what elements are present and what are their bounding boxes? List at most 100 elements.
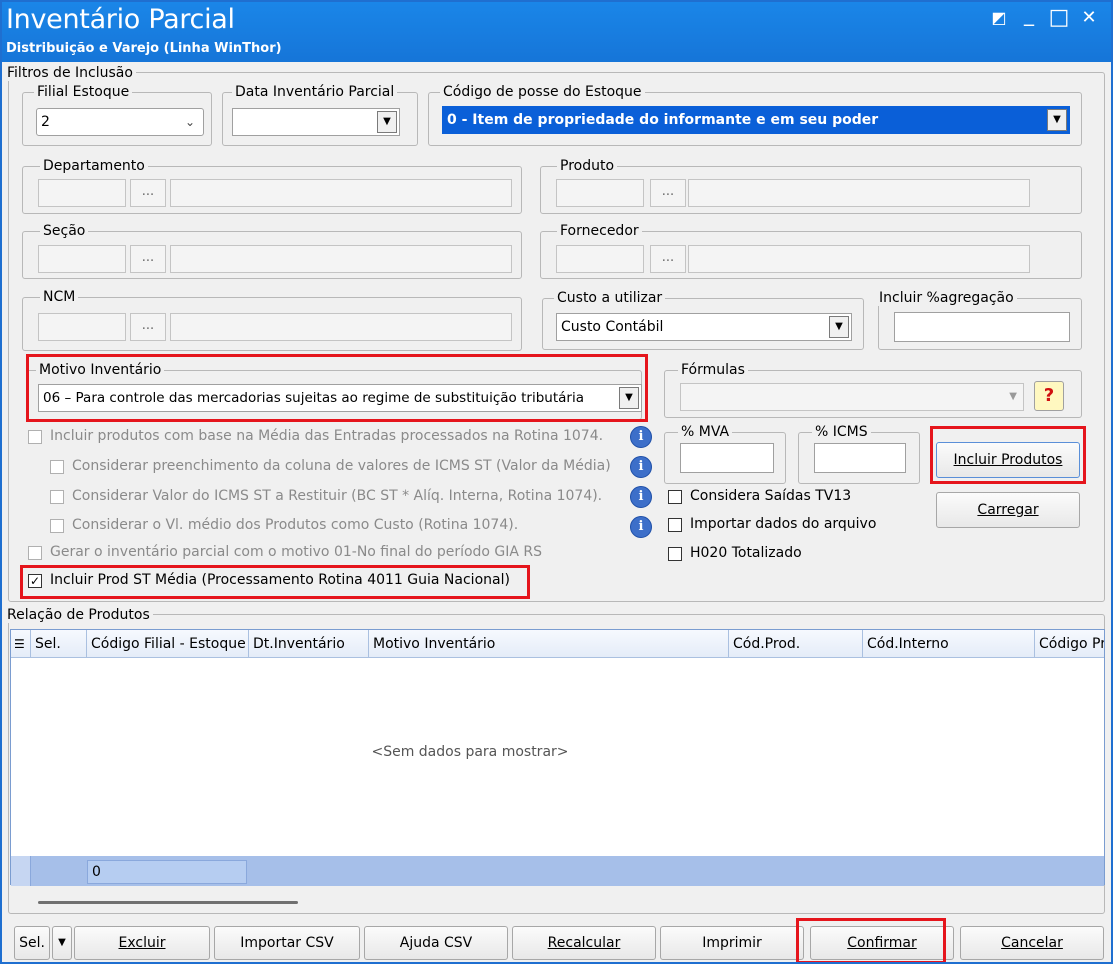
icms-label: % ICMS [812, 424, 871, 440]
mva-label: % MVA [678, 424, 733, 440]
sel-dropdown-icon[interactable]: ▼ [52, 926, 72, 960]
ncm-code-input[interactable] [38, 313, 126, 341]
secao-label: Seção [40, 223, 89, 239]
icms-input[interactable] [814, 443, 906, 473]
recalcular-button[interactable]: Recalcular [512, 926, 656, 960]
horizontal-scrollbar[interactable] [38, 901, 298, 904]
fornecedor-label: Fornecedor [557, 223, 642, 239]
excluir-button[interactable]: Excluir [74, 926, 210, 960]
window-title: Inventário Parcial [6, 4, 235, 35]
produto-desc-input [688, 179, 1030, 207]
mva-input[interactable] [680, 443, 774, 473]
secao-desc-input [170, 245, 512, 273]
considera-saidas-checkbox[interactable] [668, 490, 682, 504]
gerar-motivo-01-checkbox[interactable] [28, 546, 42, 560]
main-window: Inventário Parcial Distribuição e Varejo… [0, 0, 1113, 964]
produto-search-button[interactable]: ... [650, 179, 686, 207]
title-bar: Inventário Parcial Distribuição e Varejo… [2, 2, 1111, 62]
considera-saidas-label: Considera Saídas TV13 [690, 488, 852, 504]
h020-checkbox[interactable] [668, 547, 682, 561]
considerar-icms-st-label: Considerar preenchimento da coluna de va… [72, 458, 611, 474]
produto-label: Produto [557, 158, 618, 174]
info-icon[interactable]: i [630, 426, 652, 448]
chevron-down-icon: ⌄ [184, 115, 195, 129]
filial-label: Filial Estoque [34, 84, 133, 100]
incluir-media-checkbox[interactable] [28, 430, 42, 444]
col-dt-inventario[interactable]: Dt.Inventário [249, 630, 369, 658]
fornecedor-code-input[interactable] [556, 245, 644, 273]
agregacao-input[interactable] [894, 312, 1070, 342]
grid-empty-text: <Sem dados para mostrar> [371, 744, 569, 760]
cancelar-button[interactable]: Cancelar [960, 926, 1104, 960]
produtos-grid[interactable]: ☰ Sel. Código Filial - Estoque Dt.Invent… [10, 629, 1105, 886]
dropdown-arrow-icon[interactable]: ▼ [377, 111, 397, 133]
col-codigo-filial[interactable]: Código Filial - Estoque [87, 630, 249, 658]
carregar-button[interactable]: Carregar [936, 492, 1080, 528]
sel-button[interactable]: Sel. [14, 926, 50, 960]
produto-code-input[interactable] [556, 179, 644, 207]
considerar-vl-medio-checkbox[interactable] [50, 519, 64, 533]
importar-dados-checkbox[interactable] [668, 518, 682, 532]
col-motivo[interactable]: Motivo Inventário [369, 630, 729, 658]
gerar-motivo-01-label: Gerar o inventário parcial com o motivo … [50, 544, 543, 560]
info-icon[interactable]: i [630, 456, 652, 478]
considerar-valor-restituir-label: Considerar Valor do ICMS ST a Restituir … [72, 488, 603, 504]
col-cod-interno[interactable]: Cód.Interno [863, 630, 1035, 658]
custo-value: Custo Contábil [561, 319, 664, 335]
departamento-desc-input [170, 179, 512, 207]
grid-footer: 0 [11, 856, 1104, 886]
filial-select[interactable]: 2 ⌄ [36, 108, 204, 136]
formulas-label: Fórmulas [678, 362, 748, 378]
fornecedor-search-button[interactable]: ... [650, 245, 686, 273]
imprimir-button[interactable]: Imprimir [660, 926, 804, 960]
info-icon[interactable]: i [630, 516, 652, 538]
dropdown-arrow-icon[interactable]: ▼ [1047, 109, 1067, 131]
codigo-posse-label: Código de posse do Estoque [440, 84, 645, 100]
data-inventario-label: Data Inventário Parcial [232, 84, 398, 100]
considerar-icms-st-checkbox[interactable] [50, 460, 64, 474]
formulas-select[interactable]: ▼ [680, 383, 1024, 411]
ncm-search-button[interactable]: ... [130, 313, 166, 341]
col-cod-prod[interactable]: Cód.Prod. [729, 630, 863, 658]
window-subtitle: Distribuição e Varejo (Linha WinThor) [6, 41, 282, 56]
ncm-label: NCM [40, 289, 79, 305]
filial-value: 2 [41, 114, 50, 130]
help-icon[interactable]: ? [1034, 381, 1064, 411]
ncm-desc-input [170, 313, 512, 341]
secao-code-input[interactable] [38, 245, 126, 273]
departamento-search-button[interactable]: ... [130, 179, 166, 207]
dropdown-arrow-icon[interactable]: ▼ [1009, 384, 1017, 410]
dropdown-arrow-icon[interactable]: ▼ [829, 316, 849, 338]
incluir-prod-st-highlight [20, 565, 530, 599]
codigo-posse-select[interactable]: 0 - Item de propriedade do informante e … [442, 106, 1070, 134]
motivo-highlight [26, 354, 648, 422]
grid-header: ☰ Sel. Código Filial - Estoque Dt.Invent… [11, 630, 1104, 658]
info-icon[interactable]: i [630, 486, 652, 508]
close-icon[interactable]: ✕ [1076, 6, 1102, 30]
importar-dados-label: Importar dados do arquivo [690, 516, 877, 532]
confirmar-highlight [796, 918, 946, 962]
col-codigo-pr[interactable]: Código Pr [1035, 630, 1104, 658]
incluir-media-label: Incluir produtos com base na Média das E… [50, 428, 604, 444]
importar-csv-button[interactable]: Importar CSV [214, 926, 360, 960]
restore-icon[interactable]: ◩ [986, 6, 1012, 30]
data-inventario-input[interactable]: ▼ [232, 108, 400, 136]
maximize-icon[interactable]: □ [1046, 6, 1072, 30]
considerar-vl-medio-label: Considerar o Vl. médio dos Produtos como… [72, 517, 519, 533]
grid-footer-count: 0 [87, 860, 247, 884]
ajuda-csv-button[interactable]: Ajuda CSV [364, 926, 508, 960]
departamento-code-input[interactable] [38, 179, 126, 207]
col-sel[interactable]: Sel. [31, 630, 87, 658]
produtos-group-label: Relação de Produtos [4, 607, 153, 623]
secao-search-button[interactable]: ... [130, 245, 166, 273]
custo-label: Custo a utilizar [554, 290, 666, 306]
incluir-produtos-highlight [930, 426, 1086, 484]
custo-select[interactable]: Custo Contábil ▼ [556, 313, 852, 341]
considerar-valor-restituir-checkbox[interactable] [50, 490, 64, 504]
agregacao-label: Incluir %agregação [876, 290, 1017, 306]
minimize-icon[interactable]: _ [1016, 2, 1042, 26]
departamento-label: Departamento [40, 158, 148, 174]
filters-group-label: Filtros de Inclusão [4, 65, 136, 81]
grid-menu-icon[interactable]: ☰ [11, 630, 31, 658]
codigo-posse-value: 0 - Item de propriedade do informante e … [447, 112, 879, 128]
